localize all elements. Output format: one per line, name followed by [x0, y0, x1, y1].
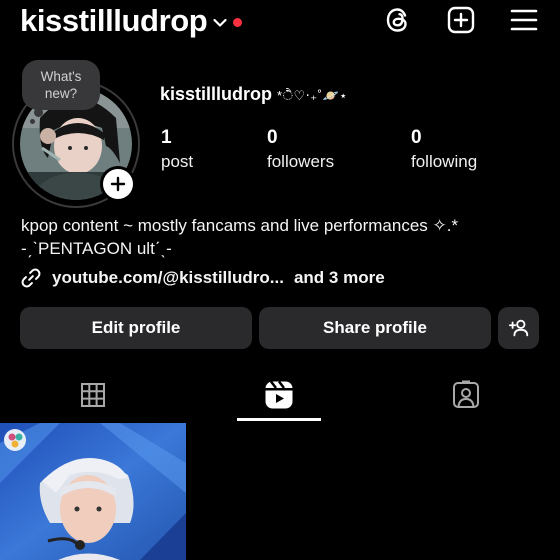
bio-line-2: -ˏˋPENTAGON ultˊˎ-: [21, 239, 172, 258]
tagged-icon: [453, 380, 479, 408]
bio: kpop content ~ mostly fancams and live p…: [21, 214, 458, 260]
account-switcher[interactable]: kisstillludrop: [20, 2, 243, 40]
display-name-text: kisstillludrop: [160, 84, 273, 104]
discover-people-button[interactable]: [498, 307, 539, 349]
link-icon: [21, 268, 41, 288]
plus-icon: [110, 176, 126, 192]
threads-icon[interactable]: [383, 5, 413, 35]
followers-label: followers: [267, 152, 335, 171]
tab-reels[interactable]: [186, 370, 372, 420]
tab-tagged[interactable]: [372, 370, 560, 420]
active-tab-indicator: [237, 418, 321, 421]
posts-label: post: [161, 152, 194, 171]
following-label: following: [411, 152, 478, 171]
profile-header: kisstillludrop: [0, 0, 560, 44]
posts-stat[interactable]: 1 post: [161, 126, 193, 174]
notification-dot: [233, 17, 243, 27]
header-username: kisstillludrop: [20, 3, 208, 38]
following-count: 0: [411, 127, 422, 148]
menu-icon[interactable]: [509, 5, 539, 35]
followers-stat[interactable]: 0 followers: [267, 126, 334, 174]
add-story-button[interactable]: [100, 166, 136, 202]
reel-thumbnail[interactable]: [0, 423, 186, 560]
posts-count: 1: [161, 127, 172, 148]
display-name: kisstillludrop *ੈ♡‧₊˚🪐⋆: [160, 84, 348, 105]
edit-profile-label: Edit profile: [91, 318, 181, 337]
reels-icon: [265, 380, 293, 409]
followers-count: 0: [267, 127, 278, 148]
note-bubble[interactable]: What's new?: [22, 60, 100, 110]
display-name-decoration: *ੈ♡‧₊˚🪐⋆: [277, 88, 348, 103]
grid-icon: [81, 383, 105, 407]
edit-profile-button[interactable]: Edit profile: [20, 307, 252, 349]
new-post-icon[interactable]: [446, 5, 476, 35]
bio-line-1: kpop content ~ mostly fancams and live p…: [21, 216, 459, 235]
share-profile-label: Share profile: [323, 318, 427, 337]
note-bubble-tail-small: [30, 119, 35, 124]
more-links: and 3 more: [293, 268, 385, 287]
following-stat[interactable]: 0 following: [411, 126, 477, 174]
reel-thumbnail-image: [0, 423, 186, 560]
profile-links[interactable]: youtube.com/@kisstilludro... and 3 more: [20, 267, 385, 289]
note-bubble-tail: [34, 108, 43, 117]
share-profile-button[interactable]: Share profile: [259, 307, 491, 349]
chevron-down-icon: [213, 18, 227, 27]
add-person-icon: [508, 319, 528, 337]
link-text: youtube.com/@kisstilludro...: [52, 268, 284, 287]
note-bubble-text: What's new?: [40, 69, 82, 101]
tab-posts-grid[interactable]: [0, 370, 186, 420]
